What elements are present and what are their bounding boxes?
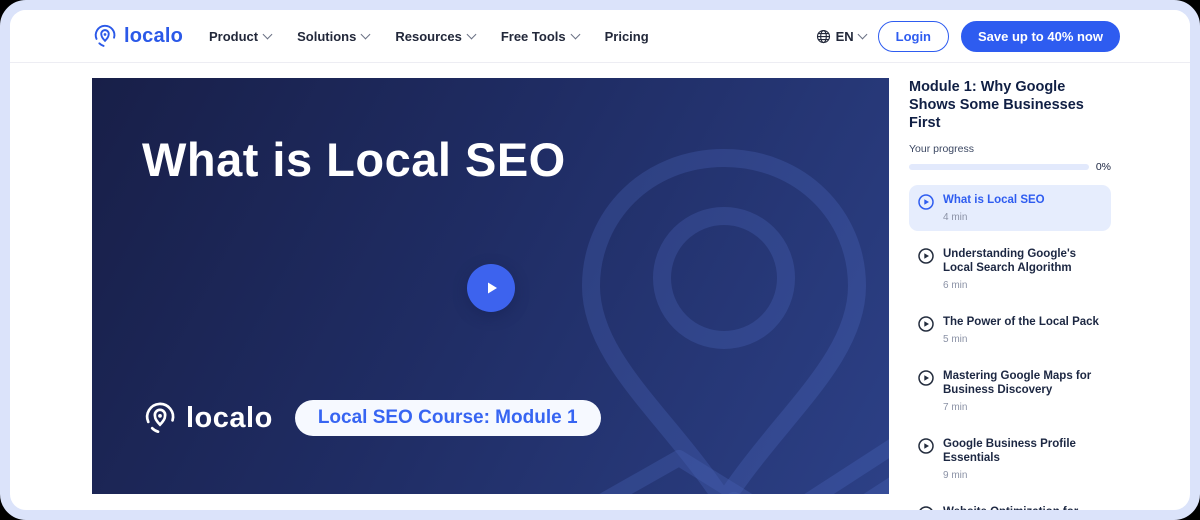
lesson-item[interactable]: Google Business Profile Essentials 9 min <box>909 429 1111 489</box>
language-selector[interactable]: EN <box>816 29 866 44</box>
logo-text: localo <box>124 25 183 48</box>
video-logo-text: localo <box>186 402 273 435</box>
lesson-title: Understanding Google's Local Search Algo… <box>943 247 1102 275</box>
login-button[interactable]: Login <box>878 21 949 52</box>
localo-logo-icon <box>92 23 118 49</box>
play-circle-icon <box>918 506 934 520</box>
chevron-down-icon <box>466 29 476 39</box>
play-circle-icon <box>918 194 934 215</box>
video-logo: localo <box>142 400 273 436</box>
browser-frame: localo Product Solutions Resources Free Too… <box>0 0 1200 520</box>
lesson-item[interactable]: Understanding Google's Local Search Algo… <box>909 239 1111 299</box>
lesson-body: What is Local SEO 4 min <box>943 193 1045 223</box>
lesson-item[interactable]: Website Optimization for Local Search 13… <box>909 497 1111 520</box>
promo-cta-button[interactable]: Save up to 40% now <box>961 21 1120 52</box>
play-circle-icon <box>918 248 934 269</box>
page-content: What is Local SEO localo Local SEO Cours <box>10 63 1190 520</box>
progress-row: 0% <box>909 161 1111 173</box>
progress-label: Your progress <box>909 143 1111 155</box>
lesson-item[interactable]: Mastering Google Maps for Business Disco… <box>909 361 1111 421</box>
play-button[interactable] <box>467 264 515 312</box>
logo[interactable]: localo <box>92 23 183 49</box>
chevron-down-icon <box>570 29 580 39</box>
nav-item-label: Product <box>209 29 258 44</box>
progress-value: 0% <box>1096 161 1111 173</box>
lesson-duration: 6 min <box>943 280 1102 291</box>
lesson-item[interactable]: What is Local SEO 4 min <box>909 185 1111 231</box>
play-icon <box>482 279 500 297</box>
nav-item-pricing[interactable]: Pricing <box>605 29 649 44</box>
lesson-item[interactable]: The Power of the Local Pack 5 min <box>909 307 1111 353</box>
play-circle-icon <box>918 370 934 391</box>
lesson-body: Understanding Google's Local Search Algo… <box>943 247 1102 291</box>
lesson-body: Mastering Google Maps for Business Disco… <box>943 369 1102 413</box>
lesson-body: Website Optimization for Local Search 13… <box>943 505 1102 520</box>
lesson-body: Google Business Profile Essentials 9 min <box>943 437 1102 481</box>
module-title: Module 1: Why Google Shows Some Business… <box>909 78 1111 132</box>
language-label: EN <box>836 29 854 44</box>
video-footer: localo Local SEO Course: Module 1 <box>142 400 601 436</box>
nav-item-label: Pricing <box>605 29 649 44</box>
lesson-title: Google Business Profile Essentials <box>943 437 1102 465</box>
lesson-body: The Power of the Local Pack 5 min <box>943 315 1099 345</box>
nav-item-product[interactable]: Product <box>209 29 271 44</box>
lesson-title: The Power of the Local Pack <box>943 315 1099 329</box>
nav-item-label: Resources <box>395 29 461 44</box>
nav-right: EN Login Save up to 40% now <box>816 21 1120 52</box>
lesson-title: Mastering Google Maps for Business Disco… <box>943 369 1102 397</box>
chevron-down-icon <box>361 29 371 39</box>
course-sidebar: Module 1: Why Google Shows Some Business… <box>909 78 1111 520</box>
lesson-duration: 7 min <box>943 402 1102 413</box>
video-title: What is Local SEO <box>142 130 602 190</box>
main-menu: Product Solutions Resources Free Tools Prici… <box>209 29 649 44</box>
lesson-duration: 9 min <box>943 470 1102 481</box>
lesson-duration: 5 min <box>943 334 1099 345</box>
globe-icon <box>816 29 831 44</box>
top-nav: localo Product Solutions Resources Free Too… <box>10 10 1190 63</box>
nav-item-resources[interactable]: Resources <box>395 29 474 44</box>
nav-item-free-tools[interactable]: Free Tools <box>501 29 579 44</box>
lesson-title: Website Optimization for Local Search <box>943 505 1102 520</box>
course-badge: Local SEO Course: Module 1 <box>295 400 601 436</box>
nav-item-label: Free Tools <box>501 29 566 44</box>
chevron-down-icon <box>857 29 867 39</box>
play-circle-icon <box>918 316 934 337</box>
localo-logo-icon-white <box>142 400 178 436</box>
play-circle-icon <box>918 438 934 459</box>
lesson-title: What is Local SEO <box>943 193 1045 207</box>
video-player[interactable]: What is Local SEO localo Local SEO Cours <box>92 78 889 494</box>
chevron-down-icon <box>263 29 273 39</box>
lesson-list: What is Local SEO 4 min Understanding Go… <box>909 185 1111 520</box>
lesson-duration: 4 min <box>943 212 1045 223</box>
progress-bar <box>909 164 1089 170</box>
nav-item-solutions[interactable]: Solutions <box>297 29 369 44</box>
nav-item-label: Solutions <box>297 29 356 44</box>
